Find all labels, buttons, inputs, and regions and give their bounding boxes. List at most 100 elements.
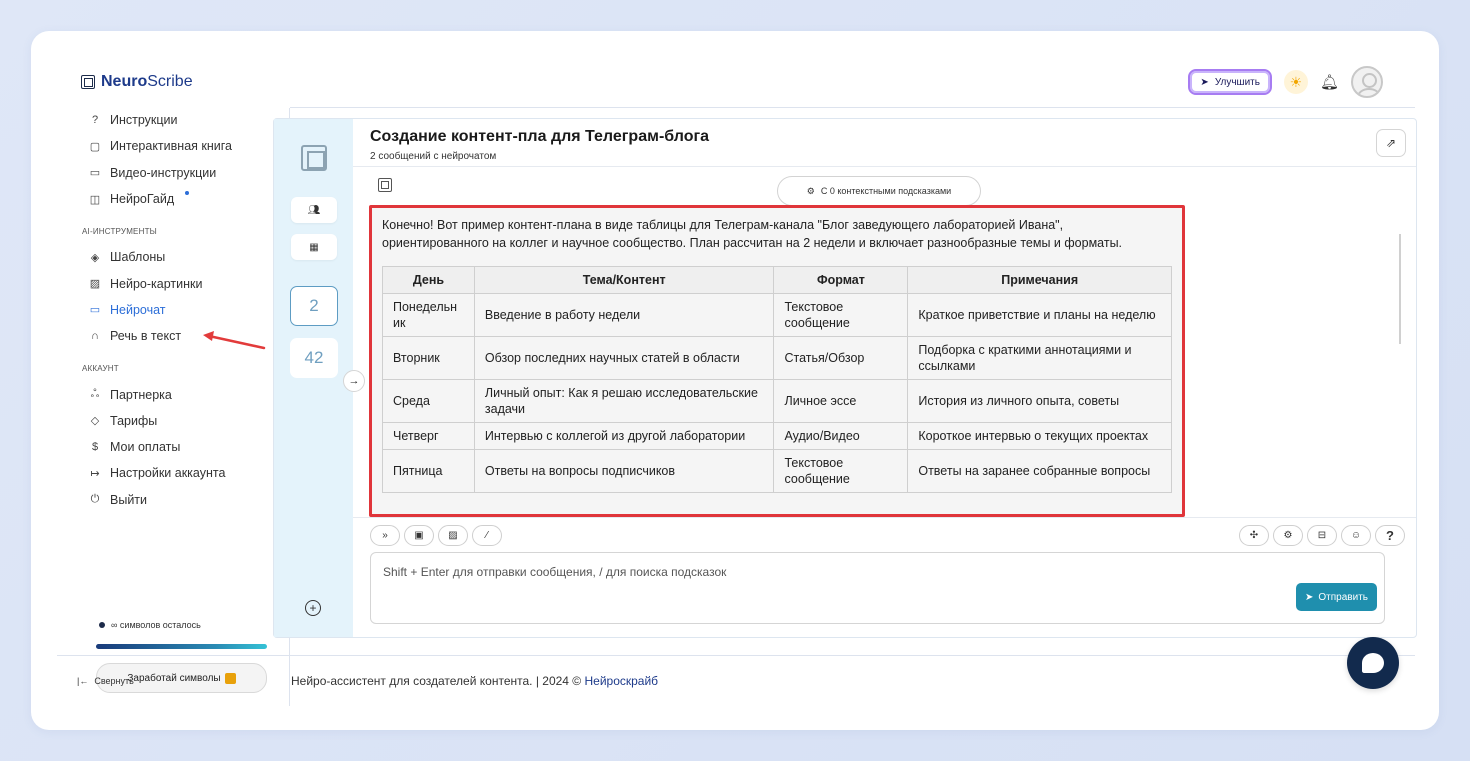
table-header-row: День Тема/Контент Формат Примечания (382, 266, 1172, 294)
sidebar-section-tools: AI-ИНСТРУМЕНТЫ (82, 227, 157, 237)
table-cell: Четверг (382, 422, 475, 450)
rocket-icon: ➤ (1200, 76, 1209, 88)
sidebar-item[interactable]: ▭ Нейрочат (57, 297, 285, 323)
table-header-cell: День (382, 266, 475, 294)
table-body: Понедельник Введение в работу недели Текст… (382, 293, 1172, 493)
footer-text: Нейро-ассистент для создателей контента.… (291, 674, 585, 688)
expand-arrow-icon[interactable]: → (343, 370, 365, 392)
rail-logo-icon (301, 145, 327, 171)
new-chat-plus-icon[interactable]: + (305, 600, 321, 616)
layout-icon[interactable]: ⊟ (1307, 525, 1337, 546)
sidebar-item-label: Выйти (110, 492, 148, 507)
sidebar-item-label: Интерактивная книга (110, 139, 232, 154)
tag-icon: ◇ (90, 415, 100, 428)
table-header-cell: Формат (773, 266, 909, 294)
sidebar-item[interactable]: ↦ Настройки аккаунта (57, 460, 285, 486)
sidebar-item-label: Видео-инструкции (110, 165, 217, 180)
context-hints-pill[interactable]: ⚙ С 0 контекстными подсказками (777, 176, 981, 206)
avatar[interactable] (1351, 66, 1383, 98)
symbols-bullet-icon (99, 622, 105, 628)
table-row: Пятница Ответы на вопросы подписчиков Текс… (382, 449, 1172, 493)
sidebar-item-label: Тарифы (110, 413, 158, 428)
sidebar-item[interactable]: ▢ Интерактивная книга (57, 133, 285, 159)
message-input-box: ➤ Отправить (370, 552, 1385, 624)
users-icon[interactable]: 👥︎ (291, 197, 337, 223)
composer-tools-left: » ▣ ▨ ⁄ (370, 525, 502, 546)
composer-divider (353, 517, 1416, 518)
table-cell: Краткое приветствие и планы на неделю (907, 293, 1172, 337)
users-icon: ஃ (90, 387, 100, 400)
notifications-bell-icon[interactable]: 🔔︎ (1320, 73, 1339, 91)
sidebar-item[interactable]: $ Мои оплаты (57, 434, 285, 460)
save-icon[interactable]: ▣ (404, 525, 434, 546)
footer-divider (57, 655, 1415, 656)
app-logo[interactable]: NeuroScribe (81, 73, 193, 91)
help-button[interactable]: ? (1375, 525, 1405, 546)
composer-tools-right: ✣ ⚙ ⊟ ☺ ? (1239, 525, 1405, 546)
topbar-actions: ➤ Улучшить ☀ 🔔︎ (1188, 66, 1383, 98)
logo-bold: Neuro (101, 73, 148, 90)
send-icon: ➤ (1305, 591, 1314, 603)
magic-wand-icon[interactable]: ⁄ (472, 525, 502, 546)
chat-bubble-icon (1362, 653, 1384, 673)
collapse-label: Свернуть (94, 676, 134, 686)
context-hints-label: С 0 контекстными подсказками (820, 186, 952, 196)
sidebar-item-label: Шаблоны (110, 250, 166, 265)
theme-toggle-sun-icon[interactable]: ☀ (1283, 70, 1308, 94)
sidebar-item[interactable]: ◈ Шаблоны (57, 244, 285, 270)
puzzle-icon[interactable]: ✣ (1239, 525, 1269, 546)
annotation-arrow-icon (203, 331, 266, 350)
message-input[interactable] (371, 553, 1384, 623)
table-cell: Среда (382, 379, 475, 423)
sidebar-item-label: Инструкции (110, 113, 178, 128)
messages-counter[interactable]: 2 (290, 286, 338, 326)
scrollbar[interactable] (1399, 234, 1401, 344)
collapse-down-icon[interactable]: » (370, 525, 400, 546)
table-row: Вторник Обзор последних научных статей в … (382, 336, 1172, 380)
sidebar-account-group: ஃ Партнерка ◇ Тарифы $ Мои оплаты ↦ Настройки а… (57, 381, 285, 512)
collapse-sidebar-button[interactable]: |← Свернуть (77, 676, 134, 686)
sidebar-item[interactable]: ◇ Тарифы (57, 408, 285, 434)
sidebar-item[interactable]: ? Инструкции (57, 107, 285, 133)
sidebar-item[interactable]: ⏻ Выйти (57, 487, 285, 513)
upgrade-button[interactable]: ➤ Улучшить (1188, 69, 1272, 95)
sidebar-item-label: НейроГайд (110, 192, 175, 207)
sidebar-item[interactable]: ▨ Нейро-картинки (57, 270, 285, 296)
earn-label: Заработай символы (127, 672, 221, 684)
new-badge-dot (185, 191, 190, 196)
table-cell: Вторник (382, 336, 475, 380)
logo-icon (81, 75, 95, 89)
table-cell: Аудио/Видео (773, 422, 909, 450)
robot-icon[interactable]: ☺ (1341, 525, 1371, 546)
table-cell: Ответы на заранее собранные вопросы (907, 449, 1172, 493)
guide-icon: ◫ (89, 193, 101, 206)
sidebar-item[interactable]: ◫ НейроГайд (57, 186, 285, 212)
assistant-logo-icon (378, 178, 392, 192)
chat-icon: ▭ (89, 304, 101, 317)
table-cell: Понедельник (382, 293, 475, 337)
sidebar-item[interactable]: ▭ Видео-инструкции (57, 160, 285, 186)
image-icon[interactable]: ▨ (438, 525, 468, 546)
secondary-counter[interactable]: 42 (290, 338, 338, 378)
table-cell: Интервью с коллегой из другой лаборатори… (473, 422, 775, 450)
video-icon: ▭ (89, 167, 101, 180)
table-cell: Пятница (382, 449, 475, 493)
message-intro: Конечно! Вот пример контент-плана в виде… (382, 218, 1123, 250)
table-cell: Статья/Обзор (773, 336, 909, 380)
table-cell: История из личного опыта, советы (907, 379, 1172, 423)
table-cell: Текстовое сообщение (773, 449, 909, 493)
layers-icon: ◈ (90, 251, 100, 264)
grid-icon[interactable]: ▦ (291, 234, 337, 260)
support-chat-button[interactable] (1347, 637, 1399, 689)
sidebar-item[interactable]: ஃ Партнерка (57, 381, 285, 407)
table-cell: Подборка с краткими аннотациями и ссылка… (907, 336, 1172, 380)
assistant-message: Конечно! Вот пример контент-плана в виде… (369, 205, 1185, 517)
share-icon[interactable]: ⇗ (1376, 129, 1406, 157)
book-icon: ▢ (89, 140, 101, 153)
headphones-icon: ∩ (91, 330, 99, 343)
context-icon: ⚙ (806, 185, 815, 196)
footer-link[interactable]: Нейроскрайб (584, 674, 658, 688)
table-row: Понедельник Введение в работу недели Текст… (382, 293, 1172, 337)
settings-icon[interactable]: ⚙ (1273, 525, 1303, 546)
send-button[interactable]: ➤ Отправить (1296, 583, 1377, 611)
